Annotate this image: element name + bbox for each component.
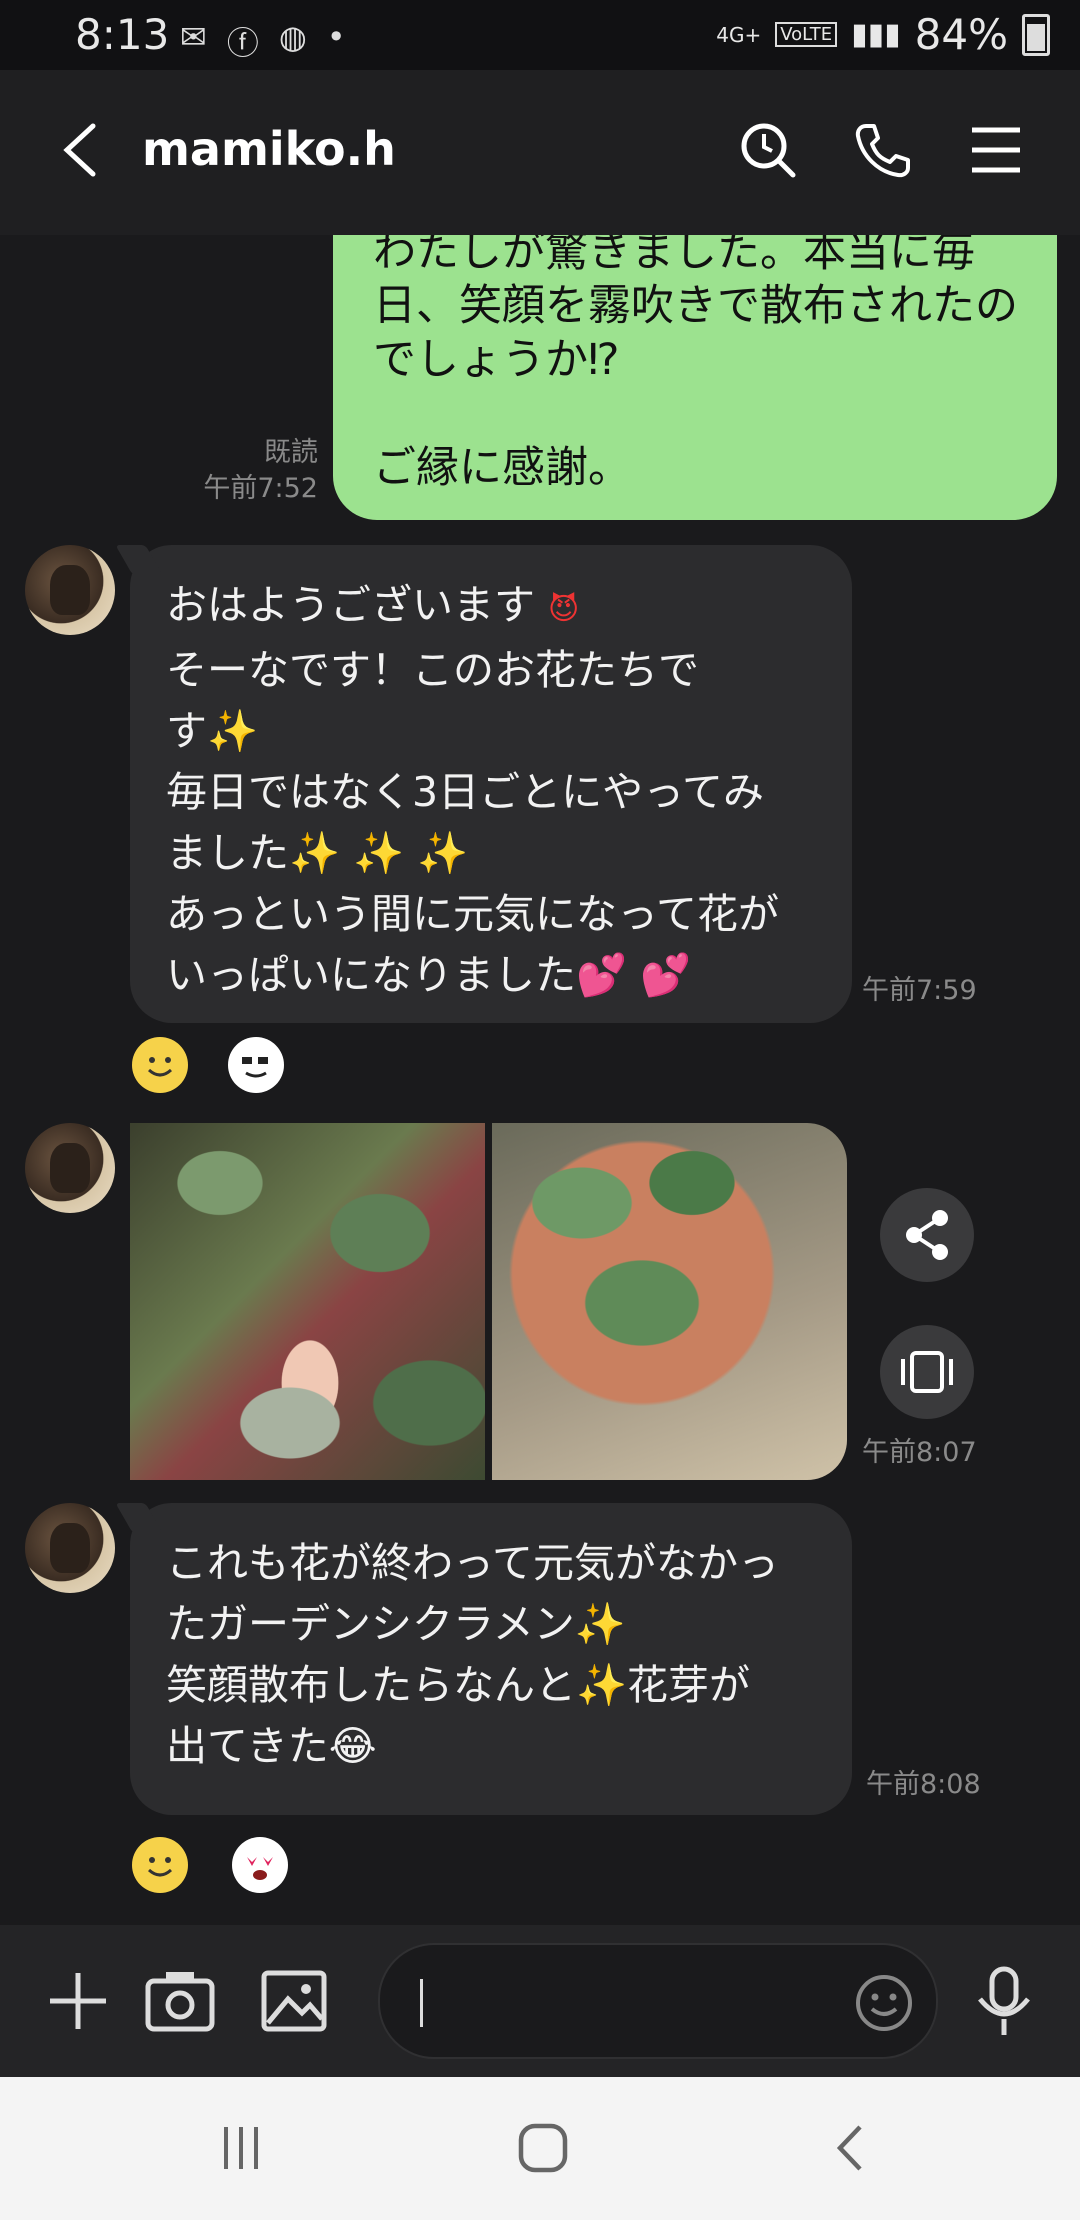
search-icon[interactable] [738, 120, 798, 180]
thumbs-up-reaction-icon[interactable] [228, 1037, 284, 1093]
message-line: 笑顔散布したらなんと✨花芽が [166, 1661, 751, 1709]
messenger-icon: ◍ [278, 18, 307, 56]
battery-icon [1022, 13, 1050, 56]
camera-icon[interactable] [142, 1963, 218, 2039]
text-caret [420, 1979, 423, 2027]
message-line: これも花が終わって元気がなかっ [166, 1539, 779, 1587]
back-icon[interactable] [55, 120, 115, 180]
contact-name[interactable]: mamiko.h [142, 122, 396, 176]
emoji-icon[interactable] [854, 1973, 914, 2033]
received-message-bubble[interactable]: おはようございます 😈 そーなです！このお花たちで す✨ 毎日ではなく3日ごとに… [130, 545, 852, 1023]
chat-area[interactable]: わたしが驚きました。本当に毎 日、笑顔を霧吹きで散布されたの でしょうか⁉ ご縁… [0, 235, 1080, 1925]
sent-message-bubble[interactable]: わたしが驚きました。本当に毎 日、笑顔を霧吹きで散布されたの でしょうか⁉ ご縁… [333, 235, 1057, 520]
message-line: あっという間に元気になって花が [166, 890, 779, 938]
read-label: 既読 [264, 437, 318, 468]
avatar[interactable] [25, 1123, 115, 1213]
slideshow-button[interactable] [880, 1325, 974, 1419]
message-line: 出てきた😂 [166, 1722, 377, 1770]
system-nav-bar [0, 2077, 1080, 2220]
message-line: でしょうか⁉ [373, 335, 620, 385]
message-line: 日、笑顔を霧吹きで散布されたの [373, 281, 1018, 331]
notification-icons: ✉ ⓕ ◍ • [180, 18, 346, 64]
mail-icon: ✉ [180, 18, 207, 56]
message-line: す✨ [166, 707, 259, 755]
dot-icon: • [326, 18, 346, 56]
recent-apps-icon[interactable] [216, 2123, 266, 2173]
message-time: 午前7:59 [862, 975, 977, 1006]
status-time: 8:13 [75, 10, 170, 59]
image-icon[interactable] [256, 1963, 332, 2039]
message-line: おはようございます 😈 [166, 581, 580, 629]
status-bar: 8:13 ✉ ⓕ ◍ • 4G+ VoLTE ▮▮▮ 84% [0, 0, 1080, 70]
share-icon [906, 1210, 948, 1260]
message-line: ご縁に感謝。 [373, 443, 631, 493]
message-input[interactable] [378, 1943, 938, 2059]
menu-icon[interactable] [966, 120, 1026, 180]
photo-thumbnail[interactable] [130, 1123, 485, 1480]
message-line: ました✨ ✨ ✨ [166, 829, 469, 877]
message-line: たガーデンシクラメン✨ [166, 1600, 626, 1648]
received-message-bubble[interactable]: これも花が終わって元気がなかっ たガーデンシクラメン✨ 笑顔散布したらなんと✨花… [130, 1503, 852, 1815]
message-time: 午前8:07 [862, 1437, 977, 1468]
message-line: わたしが驚きました。本当に毎 [373, 235, 975, 277]
plus-icon[interactable] [40, 1963, 116, 2039]
message-input-bar [0, 1925, 1080, 2077]
facebook-icon: ⓕ [226, 24, 259, 62]
message-line: 毎日ではなく3日ごとにやってみ [166, 768, 765, 816]
slideshow-icon [901, 1351, 953, 1393]
message-line: いっぱいになりました💕 💕 [166, 951, 692, 999]
home-icon[interactable] [516, 2121, 570, 2175]
message-line: そーなです！このお花たちで [166, 646, 699, 694]
network-label: 4G+ [716, 22, 762, 47]
microphone-icon[interactable] [966, 1963, 1042, 2039]
signal-icon: ▮▮▮ [851, 17, 901, 52]
message-meta: 既読 午前7:52 [190, 435, 318, 507]
phone-icon[interactable] [852, 120, 912, 180]
chat-header: mamiko.h [0, 70, 1080, 235]
smile-reaction-icon[interactable] [132, 1037, 188, 1093]
message-time: 午前8:08 [866, 1769, 981, 1800]
heart-eyes-reaction-icon[interactable] [232, 1837, 288, 1893]
avatar[interactable] [25, 545, 115, 635]
back-nav-icon[interactable] [826, 2123, 876, 2173]
share-button[interactable] [880, 1188, 974, 1282]
message-time: 午前7:52 [203, 473, 318, 504]
photo-thumbnail[interactable] [492, 1123, 847, 1480]
devil-emoji-icon: 😈 [548, 592, 580, 627]
volte-label: VoLTE [775, 22, 838, 47]
battery-percent: 84% [914, 10, 1008, 59]
smile-reaction-icon[interactable] [132, 1837, 188, 1893]
status-right: 4G+ VoLTE ▮▮▮ 84% [716, 10, 1050, 59]
avatar[interactable] [25, 1503, 115, 1593]
